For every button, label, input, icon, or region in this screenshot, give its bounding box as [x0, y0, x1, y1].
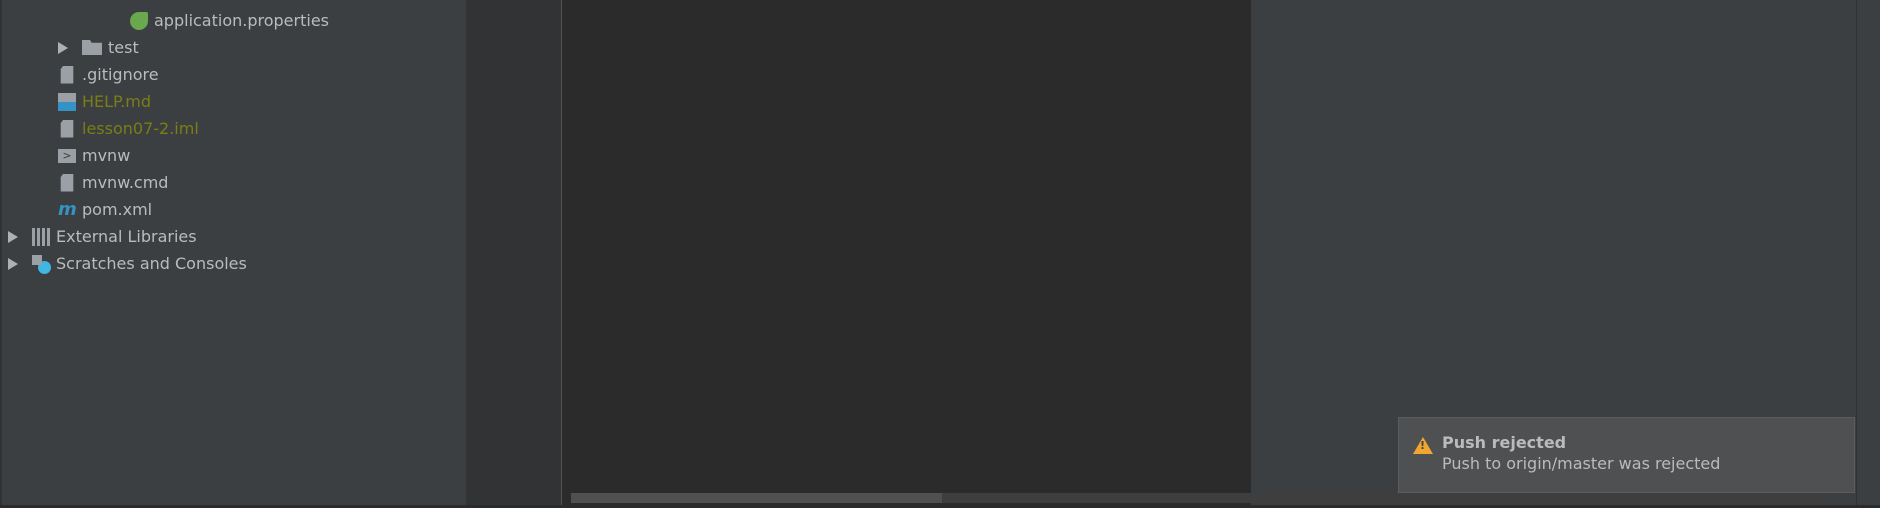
- text-file-icon: [60, 173, 74, 192]
- ignore-file-icon: [60, 65, 74, 84]
- tree-item-iml[interactable]: lesson07-2.iml: [58, 115, 199, 142]
- scratches-icon: [32, 254, 51, 274]
- tree-item-label: Scratches and Consoles: [56, 254, 247, 273]
- tree-item-application-properties[interactable]: application.properties: [130, 7, 329, 34]
- tree-item-label: External Libraries: [56, 227, 197, 246]
- warning-icon: [1413, 437, 1433, 454]
- expand-arrow-icon[interactable]: [8, 230, 18, 243]
- notification-balloon[interactable]: Push rejected Push to origin/master was …: [1398, 417, 1855, 493]
- notification-message: Push to origin/master was rejected: [1442, 454, 1721, 473]
- project-tree-panel: application.properties test .gitignore H…: [0, 0, 466, 505]
- tree-item-label: lesson07-2.iml: [82, 119, 199, 138]
- folder-icon: [82, 40, 102, 55]
- scrollbar-thumb[interactable]: [571, 493, 942, 503]
- editor-area[interactable]: [562, 0, 1251, 505]
- tree-item-label: HELP.md: [82, 92, 152, 111]
- notification-title: Push rejected: [1442, 433, 1567, 452]
- tree-item-test[interactable]: test: [58, 34, 139, 61]
- tree-item-label: pom.xml: [82, 200, 153, 219]
- right-tool-strip: [1856, 0, 1880, 505]
- tree-item-label: test: [108, 38, 139, 57]
- tree-item-label: application.properties: [154, 11, 329, 30]
- expand-arrow-icon[interactable]: [8, 257, 18, 270]
- horizontal-scrollbar[interactable]: [571, 493, 1823, 503]
- tree-item-gitignore[interactable]: .gitignore: [58, 61, 159, 88]
- tree-item-mvnw-cmd[interactable]: mvnw.cmd: [58, 169, 168, 196]
- module-file-icon: [60, 119, 74, 138]
- tree-item-scratches[interactable]: Scratches and Consoles: [8, 250, 247, 277]
- shell-script-icon: >: [58, 148, 76, 163]
- editor-gutter: [466, 0, 561, 505]
- tree-item-mvnw[interactable]: > mvnw: [58, 142, 130, 169]
- maven-icon: m: [58, 198, 77, 220]
- tree-item-label: mvnw: [82, 146, 131, 165]
- tree-item-label: .gitignore: [82, 65, 159, 84]
- spring-properties-icon: [130, 11, 148, 30]
- libraries-icon: [32, 227, 50, 246]
- tree-item-help-md[interactable]: HELP.md: [58, 88, 151, 115]
- tree-item-label: mvnw.cmd: [82, 173, 169, 192]
- expand-arrow-icon[interactable]: [58, 41, 68, 54]
- tree-item-external-libraries[interactable]: External Libraries: [8, 223, 197, 250]
- markdown-file-icon: [58, 92, 76, 111]
- tree-item-pom-xml[interactable]: m pom.xml: [58, 196, 152, 223]
